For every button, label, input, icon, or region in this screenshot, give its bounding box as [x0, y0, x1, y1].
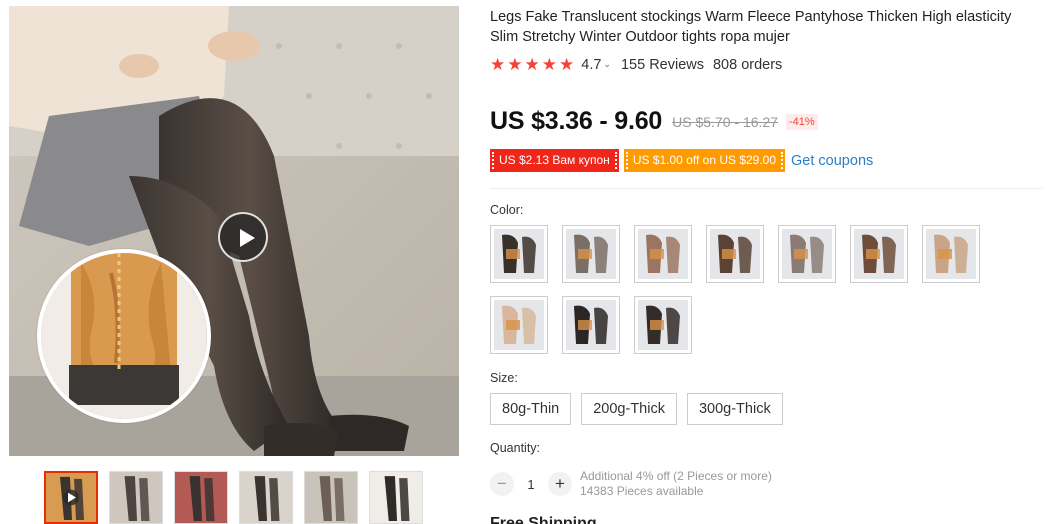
star-icon: ★ [490, 55, 506, 74]
rating-row: ★ ★ ★ ★ ★ 4.7 ⌄ 155 Reviews 808 orders [490, 56, 782, 73]
gallery-thumbnail[interactable] [109, 471, 163, 524]
gallery-thumbnail[interactable] [369, 471, 423, 524]
product-title: Legs Fake Translucent stockings Warm Fle… [490, 9, 1012, 45]
color-swatch[interactable] [562, 296, 620, 354]
chevron-down-icon[interactable]: ⌄ [603, 59, 611, 70]
size-label: Size: [490, 371, 518, 385]
size-option-200g-thick[interactable]: 200g-Thick [581, 393, 677, 425]
color-swatch[interactable] [850, 225, 908, 283]
play-video-button[interactable] [218, 212, 268, 262]
stock-available-text: 14383 Pieces available [580, 484, 704, 498]
color-swatch[interactable] [634, 296, 692, 354]
quantity-label: Quantity: [490, 441, 541, 455]
quantity-value[interactable]: 1 [514, 477, 548, 492]
orders-count: 808 orders [712, 56, 783, 73]
color-swatch[interactable] [562, 225, 620, 283]
thumbnail-strip [44, 471, 423, 524]
star-icon: ★ [541, 55, 557, 74]
original-price: US $5.70 - 16.27 [672, 113, 778, 130]
increase-quantity-button[interactable]: + [548, 472, 572, 496]
star-icon: ★ [507, 55, 523, 74]
fleece-detail-inset [37, 249, 211, 423]
divider [490, 188, 1043, 189]
rating-value: 4.7 [581, 56, 602, 73]
color-swatch[interactable] [706, 225, 764, 283]
bulk-discount-text: Additional 4% off (2 Pieces or more) [580, 469, 772, 483]
quantity-note: Additional 4% off (2 Pieces or more) 143… [580, 469, 772, 499]
color-label: Color: [490, 203, 524, 217]
main-product-image[interactable] [9, 6, 459, 456]
coupon-badge-discount[interactable]: US $1.00 off on US $29.00 [623, 149, 786, 172]
size-options: 80g-Thin 200g-Thick 300g-Thick [490, 393, 783, 425]
color-swatches [490, 225, 990, 354]
color-swatch[interactable] [490, 225, 548, 283]
quantity-stepper: − 1 + Additional 4% off (2 Pieces or mor… [490, 469, 772, 499]
discount-badge: -41% [785, 113, 818, 130]
shipping-heading: Free Shipping [490, 515, 597, 524]
color-swatch[interactable] [634, 225, 692, 283]
get-coupons-link[interactable]: Get coupons [791, 153, 873, 169]
reviews-link[interactable]: 155 Reviews [621, 57, 704, 73]
gallery-thumbnail[interactable] [174, 471, 228, 524]
gallery-thumbnail[interactable] [304, 471, 358, 524]
coupon-badge-store[interactable]: US $2.13 Вам купон [490, 149, 619, 172]
gallery-thumbnail[interactable] [239, 471, 293, 524]
rating-stars: ★ ★ ★ ★ ★ [490, 56, 574, 73]
decrease-quantity-button[interactable]: − [490, 472, 514, 496]
gallery-thumbnail[interactable] [44, 471, 98, 524]
star-icon: ★ [559, 55, 575, 74]
size-option-300g-thick[interactable]: 300g-Thick [686, 393, 783, 425]
coupon-row: US $2.13 Вам купон US $1.00 off on US $2… [490, 149, 873, 172]
star-icon: ★ [524, 55, 540, 74]
price-row: US $3.36 - 9.60 US $5.70 - 16.27 -41% [490, 107, 818, 136]
color-swatch[interactable] [922, 225, 980, 283]
current-price: US $3.36 - 9.60 [490, 107, 663, 135]
color-swatch[interactable] [778, 225, 836, 283]
size-option-80g-thin[interactable]: 80g-Thin [490, 393, 572, 425]
color-swatch[interactable] [490, 296, 548, 354]
